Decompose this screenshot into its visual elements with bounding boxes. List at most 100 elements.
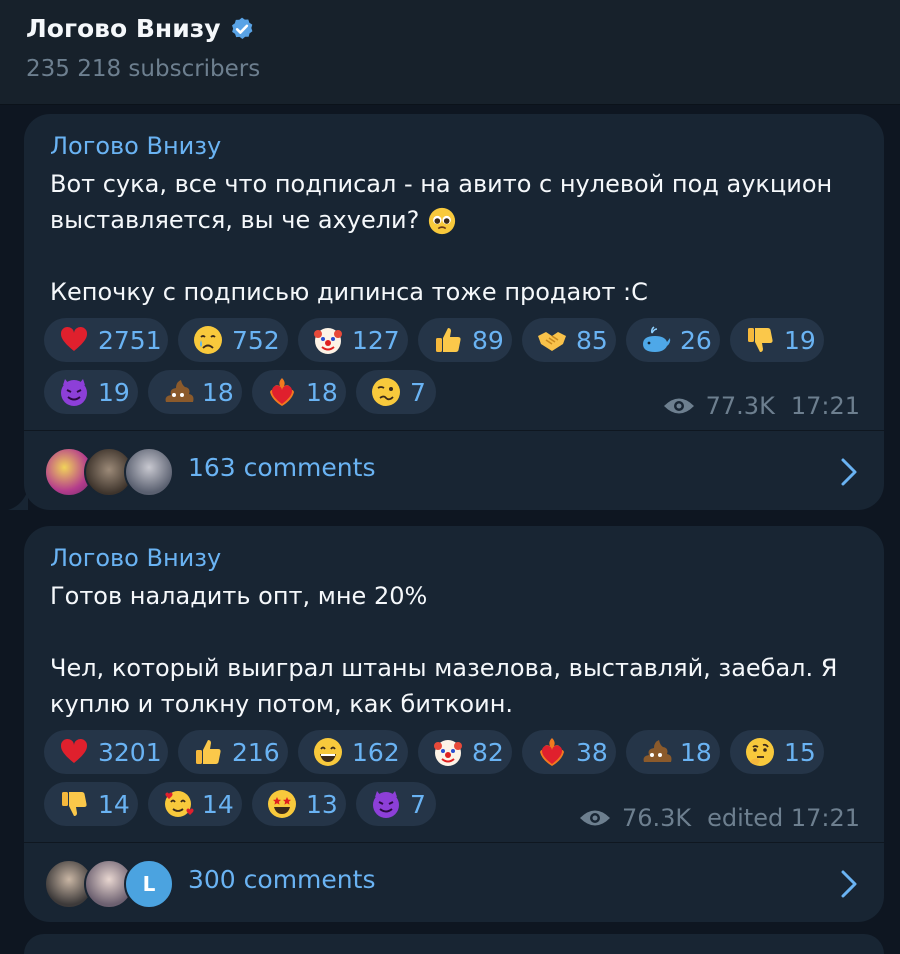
reaction-chip[interactable]: 7 [356, 370, 436, 414]
commenter-avatars [44, 447, 174, 497]
reaction-count: 7 [410, 377, 426, 407]
reaction-count: 216 [232, 737, 280, 767]
reaction-count: 13 [306, 789, 338, 819]
reaction-chip[interactable]: 26 [626, 318, 720, 362]
next-post-bubble [24, 934, 884, 954]
reaction-chip[interactable]: 15 [730, 730, 824, 774]
post-meta: 76.3K edited 17:21 [578, 804, 860, 832]
reaction-count: 2751 [98, 325, 162, 355]
view-count: 76.3K [621, 804, 692, 832]
avatar: L [124, 859, 174, 909]
reaction-chip[interactable]: 18 [626, 730, 720, 774]
reaction-count: 26 [680, 325, 712, 355]
clown-face-icon [434, 740, 462, 766]
reaction-chip[interactable]: 162 [298, 730, 408, 774]
reaction-count: 7 [410, 789, 426, 819]
smiling-devil-icon [61, 379, 87, 406]
post-text-continued: Чел, который выиграл штаны мазелова, выс… [50, 654, 838, 718]
post-text-continued: Кепочку с подписью дипинса тоже продают … [50, 278, 648, 306]
crying-face-icon [194, 326, 222, 354]
reaction-count: 89 [472, 325, 504, 355]
views-eye-icon [579, 810, 610, 826]
reaction-count: 82 [472, 737, 504, 767]
post-author[interactable]: Логово Внизу [50, 544, 221, 572]
reaction-chip[interactable]: 2751 [44, 318, 168, 362]
pleading-face-icon [428, 207, 456, 235]
red-heart-icon [60, 738, 88, 763]
reaction-chip[interactable]: 3201 [44, 730, 168, 774]
avatar-initial: L [142, 872, 156, 896]
post-author[interactable]: Логово Внизу [50, 132, 221, 160]
handshake-icon [538, 332, 566, 351]
post-time: 17:21 [790, 392, 860, 420]
commenter-avatars: L [44, 859, 174, 909]
views-eye-icon [663, 398, 694, 414]
channel-name: Логово Внизу [26, 14, 221, 43]
channel-title[interactable]: Логово Внизу [26, 14, 255, 43]
reaction-count: 18 [202, 377, 234, 407]
whale-icon [643, 326, 671, 352]
chevron-right-icon [841, 458, 857, 486]
reaction-count: 19 [98, 377, 130, 407]
reaction-chip[interactable]: 14 [148, 782, 242, 826]
reaction-chip[interactable]: 85 [522, 318, 616, 362]
reaction-chip[interactable]: 18 [252, 370, 346, 414]
thumbs-up-icon [196, 740, 221, 764]
comments-button[interactable]: L 300 comments [24, 843, 884, 923]
reaction-chip[interactable]: 13 [252, 782, 346, 826]
reaction-chip[interactable]: 19 [44, 370, 138, 414]
view-count: 77.3K [705, 392, 775, 420]
post-text: Вот сука, все что подписал - на авито с … [50, 166, 850, 238]
poop-icon [165, 380, 194, 402]
reaction-chip[interactable]: 14 [44, 782, 138, 826]
reaction-chip[interactable]: 38 [522, 730, 616, 774]
woozy-face-icon [372, 378, 400, 406]
channel-post[interactable]: Логово Внизу Готов наладить опт, мне 20%… [24, 526, 884, 922]
post-text: Готов наладить опт, мне 20% [50, 582, 428, 610]
clown-face-icon [314, 328, 342, 354]
grinning-face-icon [314, 738, 342, 766]
reaction-count: 14 [202, 789, 234, 819]
reaction-chip[interactable]: 216 [178, 730, 288, 774]
thumbs-down-icon [62, 792, 87, 816]
reaction-chip[interactable]: 18 [148, 370, 242, 414]
smiling-face-hearts-icon [165, 791, 194, 817]
post-meta: 77.3K 17:21 [662, 392, 860, 420]
comments-button[interactable]: 163 comments [24, 431, 884, 511]
thumbs-down-icon [748, 328, 773, 352]
reaction-count: 14 [98, 789, 130, 819]
reaction-chip[interactable]: 82 [418, 730, 512, 774]
post-time: edited 17:21 [707, 804, 860, 832]
chevron-right-icon [841, 870, 857, 898]
comments-count: 300 comments [188, 865, 376, 894]
reaction-chip[interactable]: 752 [178, 318, 288, 362]
thumbs-up-icon [436, 328, 461, 352]
reaction-chip[interactable]: 19 [730, 318, 824, 362]
reaction-count: 752 [232, 325, 280, 355]
heart-on-fire-icon [540, 738, 564, 766]
reaction-count: 3201 [98, 737, 162, 767]
heart-on-fire-icon [270, 378, 294, 406]
verified-badge-icon [231, 17, 252, 39]
smiling-devil-icon [373, 791, 399, 818]
reaction-count: 85 [576, 325, 608, 355]
comments-count: 163 comments [188, 453, 376, 482]
thinking-face-icon [746, 738, 774, 766]
red-heart-icon [60, 326, 88, 351]
star-struck-icon [268, 790, 296, 818]
subscriber-count: 235 218 subscribers [26, 56, 261, 82]
reaction-count: 38 [576, 737, 608, 767]
reaction-count: 19 [784, 325, 816, 355]
reaction-count: 18 [306, 377, 338, 407]
channel-post[interactable]: Логово Внизу Вот сука, все что подписал … [24, 114, 884, 510]
reaction-count: 162 [352, 737, 400, 767]
reaction-chip[interactable]: 127 [298, 318, 408, 362]
reaction-chip[interactable]: 89 [418, 318, 512, 362]
poop-icon [643, 740, 672, 762]
reaction-count: 18 [680, 737, 712, 767]
reaction-count: 127 [352, 325, 400, 355]
reaction-count: 15 [784, 737, 816, 767]
avatar [124, 447, 174, 497]
reaction-chip[interactable]: 7 [356, 782, 436, 826]
channel-header[interactable]: Логово Внизу 235 218 subscribers [0, 0, 900, 105]
